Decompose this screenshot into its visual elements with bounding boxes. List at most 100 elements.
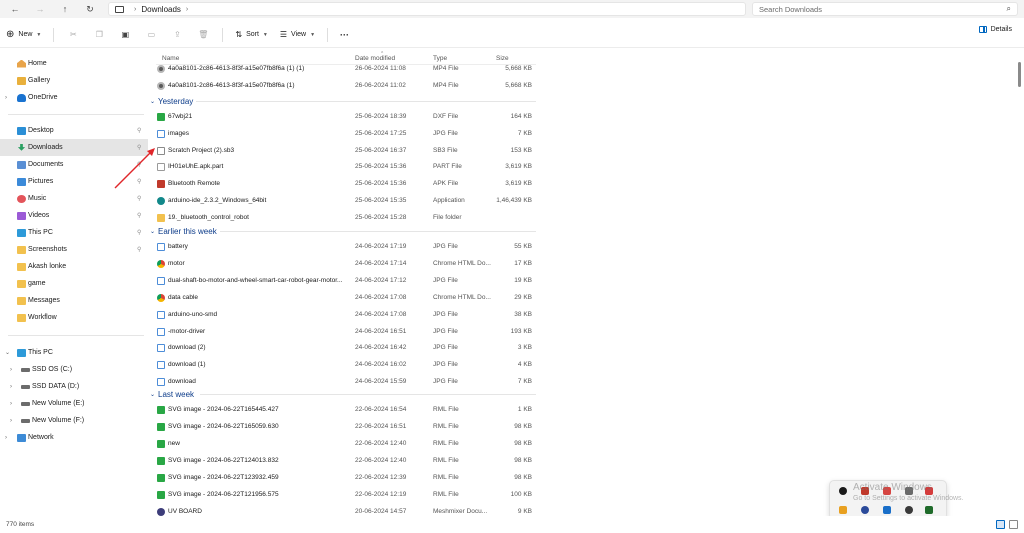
file-row[interactable]: Bluetooth Remote 25-06-2024 15:36 APK Fi…	[150, 176, 540, 192]
tray-app-icon[interactable]	[861, 506, 869, 514]
cut-icon[interactable]: ✂	[60, 24, 86, 46]
sidebar-item-documents[interactable]: Documents ⚲	[0, 156, 148, 173]
sidebar-item-game[interactable]: game	[0, 275, 148, 292]
sidebar-item-drive-f[interactable]: › New Volume (F:)	[0, 412, 148, 429]
details-view-icon[interactable]	[996, 520, 1005, 529]
sidebar-item-akash-lonke[interactable]: Akash lonke	[0, 258, 148, 275]
sidebar-item-workflow[interactable]: Workflow	[0, 309, 148, 326]
copy-icon[interactable]: ❐	[86, 24, 112, 46]
generic-file-icon	[157, 147, 165, 155]
up-icon[interactable]: ↑	[58, 2, 72, 16]
sidebar-item-music[interactable]: Music ⚲	[0, 190, 148, 207]
chevron-down-icon[interactable]: ⌄	[5, 349, 10, 356]
file-date: 22-06-2024 12:40	[355, 457, 407, 464]
chevron-right-icon[interactable]: ›	[10, 401, 12, 407]
breadcrumb-downloads[interactable]: Downloads	[141, 5, 181, 14]
file-row[interactable]: images 25-06-2024 17:25 JPG File 7 KB	[150, 126, 540, 142]
chevron-right-icon[interactable]: ›	[10, 367, 12, 373]
vertical-scrollbar[interactable]	[1018, 62, 1021, 87]
sidebar-item-this-pc-pinned[interactable]: This PC ⚲	[0, 224, 148, 241]
file-name: arduino-ide_2.3.2_Windows_64bit	[168, 197, 267, 204]
file-row[interactable]: new 22-06-2024 12:40 RML File 98 KB	[150, 436, 540, 452]
file-row[interactable]: 67wbj21 25-06-2024 18:39 DXF File 164 KB	[150, 109, 540, 125]
chevron-right-icon[interactable]: ›	[5, 95, 7, 101]
back-icon[interactable]: ←	[8, 2, 22, 16]
file-row[interactable]: battery 24-06-2024 17:19 JPG File 55 KB	[150, 239, 540, 255]
file-size: 29 KB	[514, 294, 532, 301]
sidebar-item-messages[interactable]: Messages	[0, 292, 148, 309]
file-row[interactable]: SVG image - 2024-06-22T121956.575 22-06-…	[150, 487, 540, 503]
search-input[interactable]	[759, 4, 979, 14]
nvidia-icon[interactable]	[925, 506, 933, 514]
file-row[interactable]: SVG image - 2024-06-22T165059.630 22-06-…	[150, 419, 540, 435]
sidebar-item-pictures[interactable]: Pictures ⚲	[0, 173, 148, 190]
file-row[interactable]: arduino-uno-smd 24-06-2024 17:08 JPG Fil…	[150, 307, 540, 323]
dxf-file-icon	[157, 113, 165, 121]
sidebar-item-screenshots[interactable]: Screenshots ⚲	[0, 241, 148, 258]
file-date: 22-06-2024 12:39	[355, 474, 407, 481]
sidebar-item-downloads[interactable]: Downloads ⚲	[0, 139, 148, 156]
breadcrumb[interactable]: › Downloads ›	[108, 2, 746, 16]
details-button[interactable]: Details	[978, 26, 1012, 33]
search-icon[interactable]: ⌕	[1007, 4, 1011, 14]
file-row[interactable]: 4a0a8101-2c86-4613-8f3f-a15e07fb8f6a (1)…	[150, 78, 540, 94]
sidebar-item-this-pc[interactable]: ⌄ This PC	[0, 344, 148, 361]
group-header-earlier-this-week[interactable]: ⌄ Earlier this week	[150, 224, 217, 238]
file-row[interactable]: download (2) 24-06-2024 16:42 JPG File 3…	[150, 340, 540, 356]
file-row[interactable]: motor 24-06-2024 17:14 Chrome HTML Do...…	[150, 256, 540, 272]
group-header-yesterday[interactable]: ⌄ Yesterday	[150, 94, 193, 108]
desktop-icon	[17, 126, 26, 135]
file-row[interactable]: download 24-06-2024 15:59 JPG File 7 KB	[150, 374, 540, 390]
paste-icon[interactable]: ▣	[112, 24, 138, 46]
jpg-file-icon	[157, 378, 165, 386]
search-box[interactable]: ⌕	[752, 2, 1018, 16]
refresh-icon[interactable]: ↻	[83, 2, 97, 16]
file-date: 24-06-2024 16:42	[355, 344, 407, 351]
group-header-last-week[interactable]: ⌄ Last week	[150, 387, 194, 401]
tray-app-icon[interactable]	[839, 487, 847, 495]
chevron-right-icon[interactable]: ›	[10, 384, 12, 390]
file-row[interactable]: data cable 24-06-2024 17:08 Chrome HTML …	[150, 290, 540, 306]
sidebar-item-videos[interactable]: Videos ⚲	[0, 207, 148, 224]
file-name: dual-shaft-bo-motor-and-wheel-smart-car-…	[168, 277, 343, 284]
delete-icon[interactable]: 🗑	[190, 24, 216, 46]
file-row[interactable]: SVG image - 2024-06-22T124013.832 22-06-…	[150, 453, 540, 469]
file-row[interactable]: Scratch Project (2).sb3 25-06-2024 16:37…	[150, 143, 540, 159]
chevron-right-icon[interactable]: ›	[5, 435, 7, 441]
file-row[interactable]: -motor-driver 24-06-2024 16:51 JPG File …	[150, 324, 540, 340]
file-row[interactable]: IH01eUhE.apk.part 25-06-2024 15:36 PART …	[150, 159, 540, 175]
file-date: 26-06-2024 11:08	[355, 65, 406, 72]
sidebar-item-gallery[interactable]: Gallery	[0, 72, 148, 89]
file-row[interactable]: 4a0a8101-2c86-4613-8f3f-a15e07fb8f6a (1)…	[150, 61, 540, 77]
new-button[interactable]: ⊕ New ▼	[0, 24, 47, 46]
view-button[interactable]: ☰ View ▼	[274, 24, 321, 46]
file-row[interactable]: arduino-ide_2.3.2_Windows_64bit 25-06-20…	[150, 193, 540, 209]
drive-icon	[21, 402, 30, 406]
forward-icon[interactable]: →	[33, 2, 47, 16]
sidebar-item-drive-d[interactable]: › SSD DATA (D:)	[0, 378, 148, 395]
chevron-right-icon[interactable]: ›	[10, 418, 12, 424]
file-row[interactable]: SVG image - 2024-06-22T165445.427 22-06-…	[150, 402, 540, 418]
tray-app-icon[interactable]	[905, 506, 913, 514]
sort-button[interactable]: ⇅ Sort ▼	[229, 24, 274, 46]
tiles-view-icon[interactable]	[1009, 520, 1018, 529]
tray-app-icon[interactable]	[839, 506, 847, 514]
rename-icon[interactable]: ▭	[138, 24, 164, 46]
file-row[interactable]: SVG image - 2024-06-22T123932.459 22-06-…	[150, 470, 540, 486]
file-size: 5,668 KB	[505, 82, 532, 89]
file-row[interactable]: download (1) 24-06-2024 16:02 JPG File 4…	[150, 357, 540, 373]
file-row[interactable]: dual-shaft-bo-motor-and-wheel-smart-car-…	[150, 273, 540, 289]
sidebar-item-drive-c[interactable]: › SSD OS (C:)	[0, 361, 148, 378]
more-options-button[interactable]: ···	[334, 24, 355, 46]
sidebar-item-drive-e[interactable]: › New Volume (E:)	[0, 395, 148, 412]
chevron-right-icon[interactable]: ›	[134, 6, 136, 13]
sidebar-item-home[interactable]: Home	[0, 55, 148, 72]
navigation-pane: Home Gallery › OneDrive Desktop ⚲ Downlo…	[0, 52, 150, 517]
sidebar-item-onedrive[interactable]: › OneDrive	[0, 89, 148, 106]
share-icon[interactable]: ⇪	[164, 24, 190, 46]
sidebar-item-network[interactable]: › Network	[0, 429, 148, 446]
chevron-right-icon[interactable]: ›	[186, 6, 188, 13]
file-date: 24-06-2024 17:14	[355, 260, 407, 267]
bluetooth-icon[interactable]	[883, 506, 891, 514]
sidebar-item-desktop[interactable]: Desktop ⚲	[0, 122, 148, 139]
